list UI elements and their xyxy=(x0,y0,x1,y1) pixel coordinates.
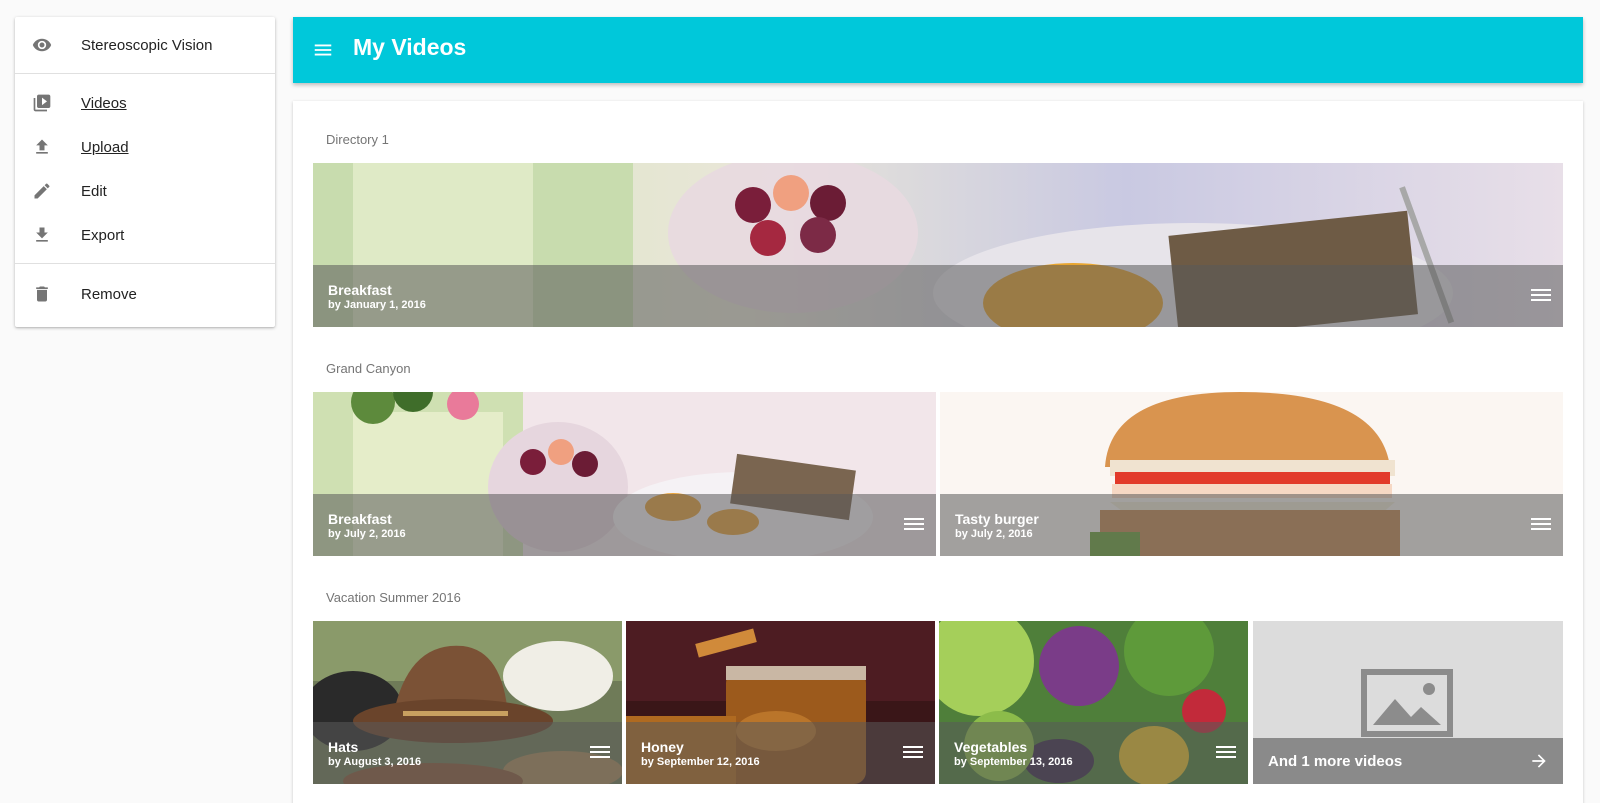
directory-label: Directory 1 xyxy=(326,132,389,147)
video-directory-list: Directory 1 Breakfast by January 1, 2016… xyxy=(293,101,1583,803)
page-title: My Videos xyxy=(353,34,467,60)
video-library-icon xyxy=(33,94,51,112)
eye-icon xyxy=(32,38,52,52)
hamburger-menu-icon[interactable] xyxy=(312,39,334,61)
sidebar-item-label: Export xyxy=(81,226,125,244)
pencil-icon xyxy=(34,183,50,199)
video-date: by September 12, 2016 xyxy=(641,756,760,768)
directory-label: Grand Canyon xyxy=(326,361,411,376)
menu-icon[interactable] xyxy=(1531,516,1551,532)
video-date: by July 2, 2016 xyxy=(955,528,1033,540)
directory-label: Vacation Summer 2016 xyxy=(326,590,461,605)
sidebar-item-videos[interactable]: Videos xyxy=(15,81,275,125)
more-videos-label: And 1 more videos xyxy=(1268,753,1403,770)
menu-icon[interactable] xyxy=(1216,744,1236,760)
video-title: Vegetables xyxy=(954,739,1028,755)
sidebar: Stereoscopic Vision Videos Upload Edit E… xyxy=(15,17,275,327)
video-title: Hats xyxy=(328,739,359,755)
sidebar-item-upload[interactable]: Upload xyxy=(15,125,275,169)
video-title: Honey xyxy=(641,739,684,755)
menu-icon[interactable] xyxy=(590,744,610,760)
menu-icon[interactable] xyxy=(903,744,923,760)
sidebar-item-remove[interactable]: Remove xyxy=(15,272,275,316)
image-placeholder-icon xyxy=(1361,669,1453,737)
tile-caption-bar xyxy=(313,265,1563,327)
video-title: Tasty burger xyxy=(955,511,1039,527)
video-tile[interactable]: Vegetables by September 13, 2016 xyxy=(939,621,1248,784)
video-date: by September 13, 2016 xyxy=(954,756,1073,768)
upload-icon xyxy=(36,139,48,154)
sidebar-item-export[interactable]: Export xyxy=(15,213,275,257)
tile-caption-bar xyxy=(313,494,936,556)
video-tile[interactable]: Honey by September 12, 2016 xyxy=(626,621,935,784)
download-icon xyxy=(36,227,48,242)
video-title: Breakfast xyxy=(328,511,392,527)
divider xyxy=(15,73,275,74)
sidebar-item-label[interactable]: Videos xyxy=(81,95,127,112)
video-tile[interactable]: Tasty burger by July 2, 2016 xyxy=(940,392,1563,556)
sidebar-header: Stereoscopic Vision xyxy=(15,23,275,67)
divider xyxy=(15,263,275,264)
video-date: by August 3, 2016 xyxy=(328,756,422,768)
menu-icon[interactable] xyxy=(904,516,924,532)
sidebar-item-label[interactable]: Upload xyxy=(81,139,129,156)
video-tile[interactable]: Hats by August 3, 2016 xyxy=(313,621,622,784)
menu-icon[interactable] xyxy=(1531,287,1551,303)
tile-caption-bar xyxy=(313,722,622,784)
video-date: by July 2, 2016 xyxy=(328,528,406,540)
video-title: Breakfast xyxy=(328,282,392,298)
video-date: by January 1, 2016 xyxy=(328,299,426,311)
arrow-forward-icon[interactable] xyxy=(1529,751,1549,771)
video-tile[interactable]: Breakfast by July 2, 2016 xyxy=(313,392,936,556)
app-bar: My Videos xyxy=(293,17,1583,83)
app-name: Stereoscopic Vision xyxy=(81,36,213,54)
sidebar-item-label: Edit xyxy=(81,182,107,200)
more-videos-tile[interactable]: And 1 more videos xyxy=(1253,621,1563,784)
trash-icon xyxy=(36,286,48,302)
sidebar-item-label: Remove xyxy=(81,285,137,303)
video-tile[interactable]: Breakfast by January 1, 2016 xyxy=(313,163,1563,327)
sidebar-item-edit[interactable]: Edit xyxy=(15,169,275,213)
